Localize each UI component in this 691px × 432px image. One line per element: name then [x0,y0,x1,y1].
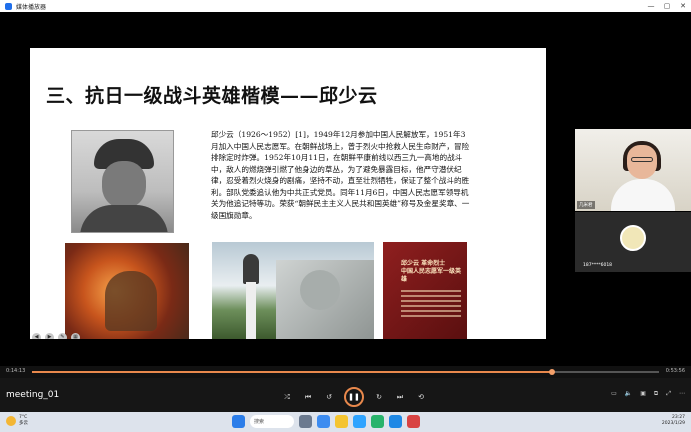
task-view-icon[interactable] [299,415,312,428]
participant-name: 几米君 [577,201,595,209]
participant-audio-tile[interactable]: 187****6018 [575,212,691,272]
weather-desc: 多云 [19,421,28,426]
windows-taskbar: 7°C 多云 搜索 23:27 2023/1/29 [0,412,691,432]
start-icon[interactable] [232,415,245,428]
battle-painting [65,243,189,339]
seek-slider[interactable] [32,369,659,375]
fullscreen-icon[interactable]: ⤢ [666,390,671,398]
media-player-logo-icon [5,2,12,10]
slide-paragraph: 邱少云（1926～1952）[1]，1949年12月参加中国人民解放军，1951… [211,130,470,220]
weather-widget[interactable]: 7°C 多云 [6,415,28,427]
edge-icon[interactable] [317,415,330,428]
system-tray[interactable]: 23:27 2023/1/29 [662,415,685,427]
media-app-icon[interactable] [407,415,420,428]
weather-icon [6,416,16,426]
taskbar-apps: 搜索 [232,415,420,428]
portrait-photo [71,130,174,233]
clock-date: 2023/1/29 [661,421,685,426]
rewind-10-icon[interactable]: ↺ [323,391,335,403]
seek-handle[interactable] [549,369,556,375]
chat-app-icon[interactable] [371,415,384,428]
timeline-bar: 0:14:13 0:53:56 [0,366,691,378]
seek-progress [32,371,553,373]
player-controls: meeting_01 ⤮ ⏮ ↺ ❚❚ ↻ ⏭ ⟲ ▭ 🔈 ▣ ⧉ ⤢ ⋯ [0,378,691,412]
search-box[interactable]: 搜索 [250,415,294,428]
store-icon[interactable] [353,415,366,428]
subtitles-icon[interactable]: ▭ [611,390,617,398]
file-name: meeting_01 [6,390,60,400]
meeting-app-icon[interactable] [389,415,402,428]
maximize-button[interactable]: ▢ [659,0,675,12]
prev-slide-icon[interactable]: ◀ [32,332,41,339]
grid-icon[interactable]: ▦ [71,332,80,339]
miniplayer-icon[interactable]: ⧉ [654,390,658,398]
volume-icon[interactable]: 🔈 [625,390,632,398]
hero-info-card: 邱少云 革命烈士 中国人民志愿军一级英雄 [383,242,467,339]
previous-icon[interactable]: ⏮ [302,391,314,403]
close-button[interactable]: ✕ [675,0,691,12]
slide-nav-controls: ◀ ▶ ✎ ▦ [32,332,112,339]
more-icon[interactable]: ⋯ [679,390,685,398]
participant-id: 187****6018 [583,263,613,268]
pause-button[interactable]: ❚❚ [344,387,364,407]
avatar [620,225,646,251]
next-icon[interactable]: ⏭ [394,391,406,403]
cast-icon[interactable]: ▣ [640,390,646,398]
current-time: 0:14:13 [6,368,26,374]
title-bar: 媒体播放器 — ▢ ✕ [0,0,691,12]
participant-camera-tile[interactable]: 几米君 [575,129,691,211]
forward-30-icon[interactable]: ↻ [373,391,385,403]
presentation-slide: 三、抗日一级战斗英雄楷模——邱少云 邱少云（1926～1952）[1]，1949… [30,48,546,339]
file-explorer-icon[interactable] [335,415,348,428]
memorial-statue-photo [212,242,374,339]
next-slide-icon[interactable]: ▶ [45,332,54,339]
slide-title: 三、抗日一级战斗英雄楷模——邱少云 [46,85,378,107]
shuffle-icon[interactable]: ⤮ [281,391,293,403]
pen-icon[interactable]: ✎ [58,332,67,339]
total-time: 0:53:56 [665,368,685,374]
window-title: 媒体播放器 [16,3,47,11]
minimize-button[interactable]: — [643,0,659,12]
repeat-icon[interactable]: ⟲ [415,391,427,403]
card-title: 邱少云 革命烈士 中国人民志愿军一级英雄 [401,260,462,283]
